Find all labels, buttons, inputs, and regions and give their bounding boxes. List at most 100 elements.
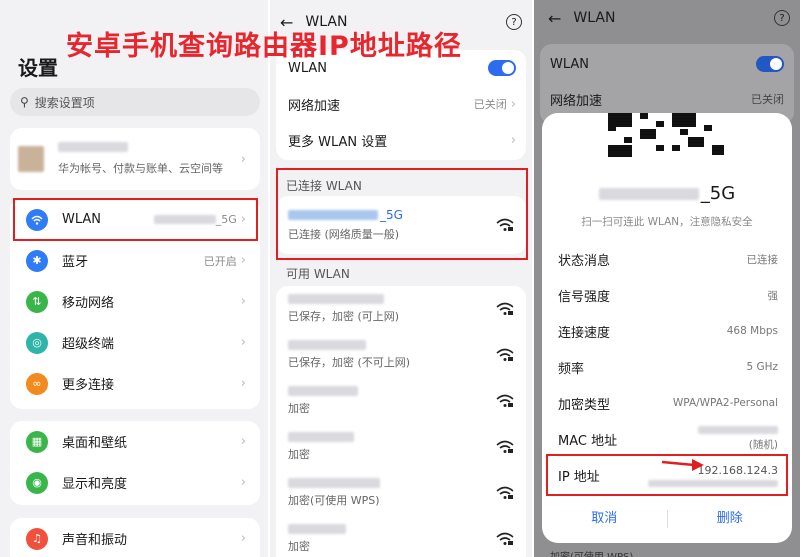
wifi-lock-icon	[496, 302, 514, 315]
wifi-lock-icon	[496, 532, 514, 545]
help-icon[interactable]: ?	[506, 14, 522, 30]
dialog-actions: 取消 删除	[542, 501, 792, 537]
chevron-right-icon: ›	[240, 151, 246, 167]
network-status: 加密	[288, 402, 310, 415]
dimmed-wlan-card: WLAN 网络加速 已关闭	[540, 44, 794, 124]
search-input[interactable]: ⚲ 搜索设置项	[10, 88, 260, 116]
wlan-settings-card: WLAN 网络加速 已关闭 › 更多 WLAN 设置 ›	[276, 50, 526, 160]
qr-cell	[712, 145, 724, 155]
account-sub: 华为帐号、付款与账单、云空间等	[58, 162, 223, 175]
settings-item-wallpaper[interactable]: ▦ 桌面和壁纸 ›	[10, 421, 260, 462]
sound-icon: ♫	[26, 527, 48, 550]
connected-network-name: _5G	[380, 208, 403, 222]
network-status: 加密	[288, 448, 310, 461]
net-accel-row[interactable]: 网络加速 已关闭 ›	[276, 86, 526, 122]
account-card[interactable]: 华为帐号、付款与账单、云空间等 ›	[10, 128, 260, 190]
wifi-lock-icon	[496, 394, 514, 407]
detail-row: 加密类型 WPA/WPA2-Personal	[542, 385, 792, 421]
settings-item-label: WLAN	[62, 212, 102, 227]
wallpaper-icon: ▦	[26, 430, 48, 453]
list-item[interactable]: 加密	[276, 516, 526, 557]
available-section-label: 可用 WLAN	[286, 267, 350, 281]
qr-cell	[680, 129, 688, 135]
settings-item-label: 更多连接	[62, 378, 115, 393]
settings-item-bluetooth[interactable]: ✱ 蓝牙 已开启 ›	[10, 240, 260, 281]
bluetooth-icon: ✱	[26, 249, 48, 272]
qr-cell	[656, 145, 664, 151]
connected-network-card[interactable]: _5G 已连接 (网络质量一般)	[276, 196, 526, 254]
dim-wlan-toggle	[756, 56, 784, 72]
chevron-right-icon: ›	[240, 531, 246, 546]
wlan-toggle[interactable]	[488, 60, 516, 76]
qr-cell	[672, 113, 696, 127]
qr-cell	[688, 137, 704, 147]
ip-blur	[648, 479, 778, 487]
detail-row-label: 状态消息	[558, 253, 611, 269]
back-icon[interactable]: ←	[548, 9, 561, 28]
delete-button[interactable]: 删除	[668, 501, 793, 537]
chevron-right-icon: ›	[240, 475, 246, 490]
connected-ssid-blur	[288, 210, 378, 220]
mobile-network-icon: ⇅	[26, 290, 48, 313]
connected-network-status: 已连接 (网络质量一般)	[288, 228, 400, 241]
search-icon: ⚲	[20, 95, 29, 109]
detail-row-label: 加密类型	[558, 397, 611, 413]
qr-cell	[704, 125, 712, 131]
detail-row: 状态消息 已连接	[542, 241, 792, 277]
settings-item-more-connections[interactable]: ∞ 更多连接 ›	[10, 363, 260, 404]
settings-panel: 设置 ⚲ 搜索设置项 华为帐号、付款与账单、云空间等 › WLAN _5G › …	[0, 0, 268, 557]
settings-item-sound[interactable]: ♫ 声音和振动 ›	[10, 518, 260, 557]
qr-cell	[656, 121, 664, 127]
settings-item-label: 超级终端	[62, 337, 115, 352]
list-item[interactable]: 已保存，加密 (可上网)	[276, 286, 526, 332]
detail-panel: ← WLAN ? WLAN 网络加速 已关闭 _5G 扫一扫可连此 WLAN，注…	[534, 0, 800, 557]
network-status: 已保存，加密 (不可上网)	[288, 356, 411, 369]
detail-row: MAC 地址 (随机)	[542, 421, 792, 457]
list-item[interactable]: 加密	[276, 424, 526, 470]
settings-item-super-device[interactable]: ◎ 超级终端 ›	[10, 322, 260, 363]
wlan-ssid-blur	[153, 215, 216, 224]
network-name-blur	[288, 432, 354, 442]
help-icon[interactable]: ?	[774, 10, 790, 26]
network-name-blur	[288, 524, 346, 534]
wifi-icon	[26, 208, 48, 231]
detail-header-title: WLAN	[573, 10, 616, 26]
wifi-lock-icon	[496, 218, 514, 231]
list-item[interactable]: 加密(可使用 WPS)	[276, 470, 526, 516]
more-connections-icon: ∞	[26, 372, 48, 395]
detail-header: ← WLAN ?	[548, 6, 790, 30]
network-name-blur	[288, 478, 380, 488]
more-wlan-settings-row[interactable]: 更多 WLAN 设置 ›	[276, 122, 526, 158]
settings-item-mobile-network[interactable]: ⇅ 移动网络 ›	[10, 281, 260, 322]
chevron-right-icon: ›	[510, 96, 516, 112]
detail-row-value: 强	[767, 289, 779, 302]
dialog-ssid-blur	[598, 187, 699, 200]
settings-item-wlan[interactable]: WLAN _5G ›	[10, 199, 260, 240]
chevron-right-icon: ›	[240, 335, 246, 350]
settings-item-label: 蓝牙	[62, 255, 89, 270]
detail-row-value: 5 GHz	[746, 361, 778, 373]
detail-row: 信号强度 强	[542, 277, 792, 313]
wlan-panel: ← WLAN ? WLAN 网络加速 已关闭 › 更多 WLAN 设置 › 已连…	[270, 0, 532, 557]
dialog-ssid: _5G	[542, 183, 792, 204]
mac-blur	[698, 426, 778, 434]
list-item[interactable]: 加密	[276, 378, 526, 424]
dialog-ssid-name: _5G	[700, 183, 736, 204]
network-status: 加密(可使用 WPS)	[288, 494, 380, 507]
net-accel-label: 网络加速	[288, 98, 341, 114]
detail-row-value: WPA/WPA2-Personal	[672, 397, 778, 409]
list-item[interactable]: 已保存，加密 (不可上网)	[276, 332, 526, 378]
available-networks-card: 已保存，加密 (可上网) 已保存，加密 (不可上网) 加密 加密 加密(可使用 WPS)…	[276, 286, 526, 557]
settings-item-label: 移动网络	[62, 296, 115, 311]
avatar	[18, 146, 44, 172]
display-card: ▦ 桌面和壁纸 › ◉ 显示和亮度 ›	[10, 421, 260, 505]
qr-cell	[640, 113, 648, 119]
bottom-peek: 加密(可使用 WPS)	[550, 548, 633, 557]
cancel-button[interactable]: 取消	[542, 501, 667, 537]
detail-row-label: 连接速度	[558, 325, 611, 341]
chevron-right-icon: ›	[510, 132, 516, 148]
detail-row-value: 192.168.124.3	[697, 463, 778, 477]
detail-row: IP 地址 192.168.124.3	[542, 457, 792, 493]
display-icon: ◉	[26, 471, 48, 494]
settings-item-display[interactable]: ◉ 显示和亮度 ›	[10, 462, 260, 503]
